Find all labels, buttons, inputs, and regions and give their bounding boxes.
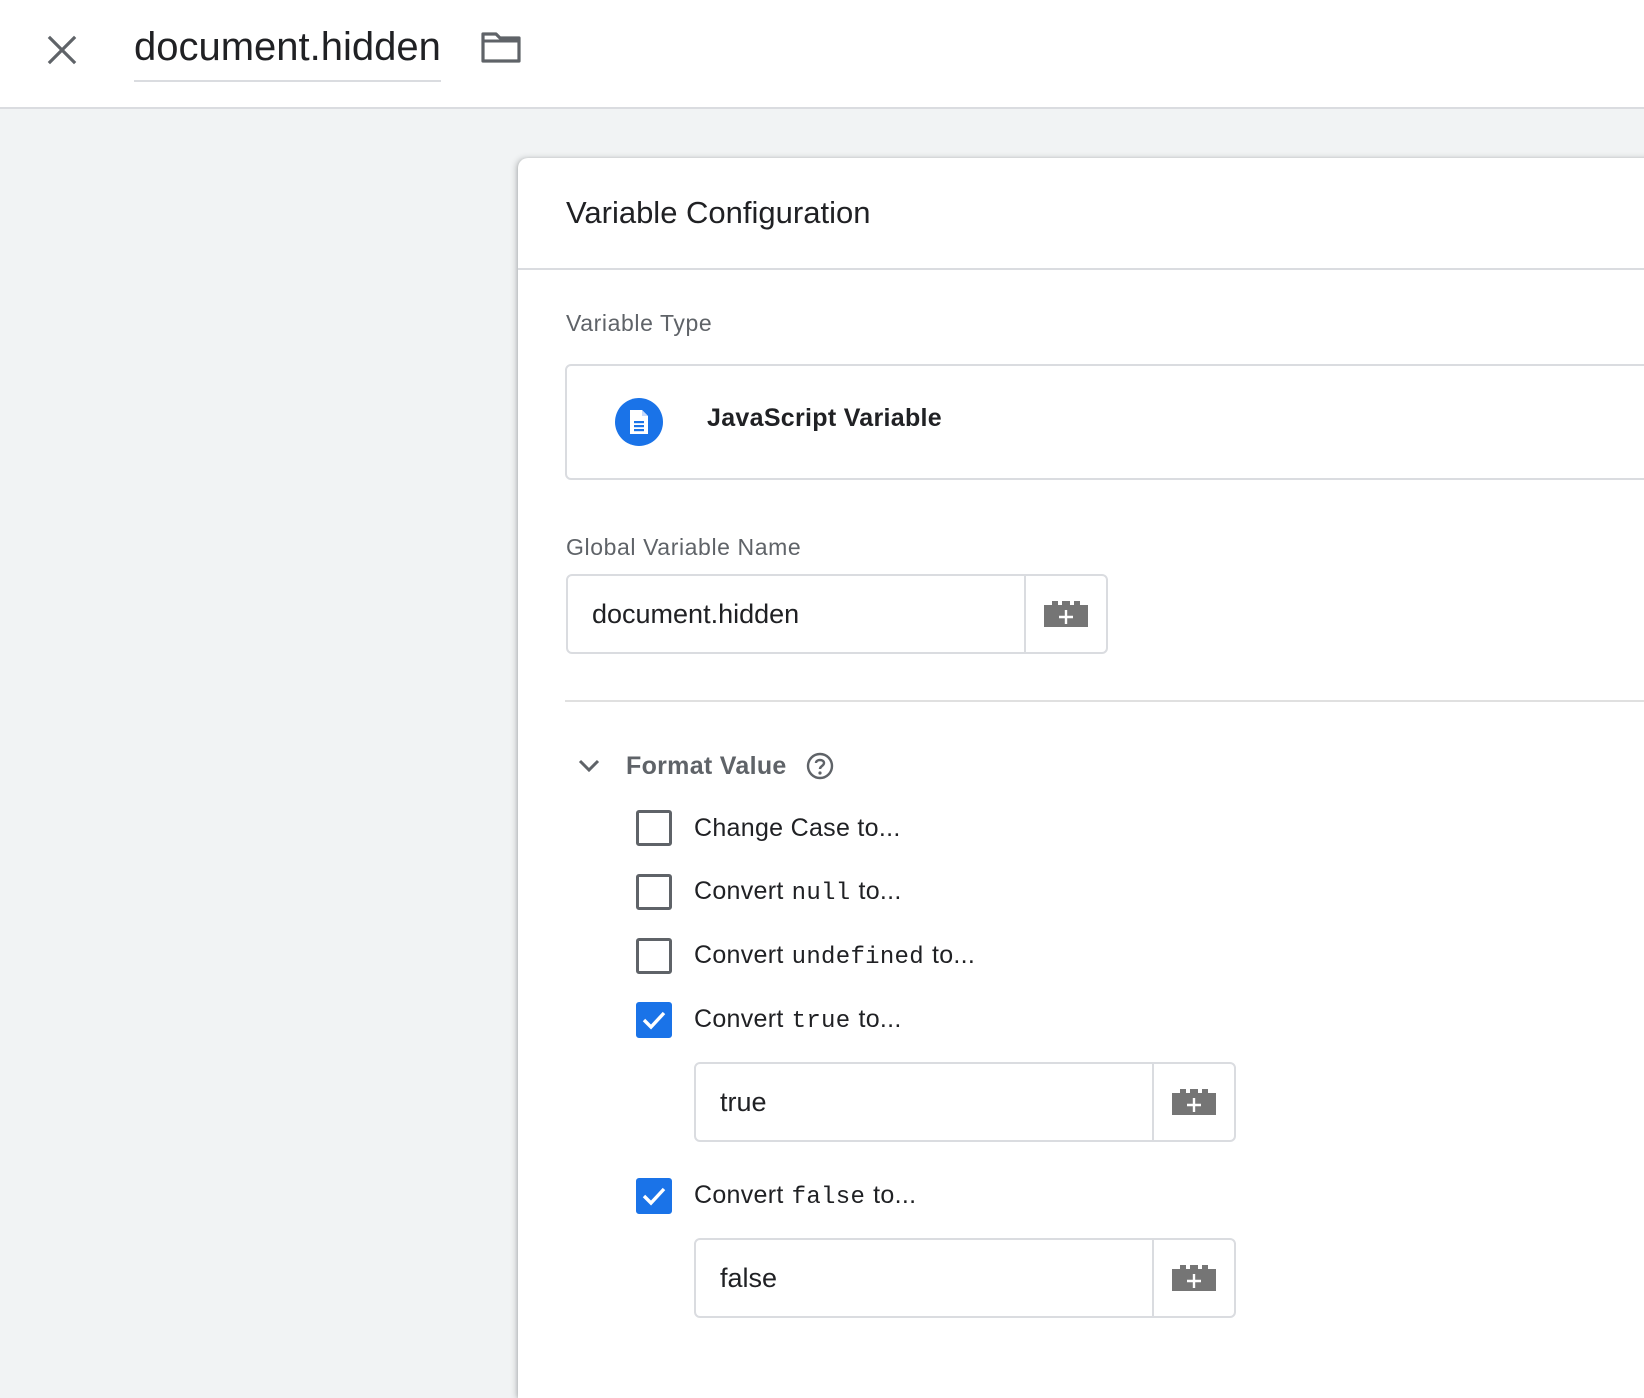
- card-title: Variable Configuration: [566, 195, 871, 230]
- change-case-checkbox[interactable]: [636, 810, 672, 846]
- convert-null-label: Convert null to...: [694, 877, 902, 907]
- convert-null-suffix: to...: [858, 877, 902, 905]
- close-icon: [47, 35, 77, 65]
- convert-undefined-option[interactable]: Convert undefined to...: [636, 936, 975, 976]
- global-variable-name-label: Global Variable Name: [566, 534, 802, 560]
- convert-true-option[interactable]: Convert true to...: [636, 1000, 902, 1040]
- convert-true-checkbox[interactable]: [636, 1002, 672, 1038]
- variable-type-selector[interactable]: JavaScript Variable: [565, 364, 1644, 480]
- convert-false-checkbox[interactable]: [636, 1178, 672, 1214]
- add-variable-icon: [1044, 601, 1088, 627]
- convert-undefined-prefix: Convert: [694, 941, 784, 969]
- close-button[interactable]: [34, 22, 90, 78]
- convert-false-prefix: Convert: [694, 1181, 784, 1209]
- variable-type-label: Variable Type: [566, 310, 713, 336]
- variable-configuration-card: Variable Configuration Variable Type Jav…: [518, 158, 1644, 1398]
- convert-false-code: false: [791, 1184, 866, 1211]
- convert-undefined-suffix: to...: [931, 941, 976, 969]
- folder-button[interactable]: [474, 24, 528, 70]
- convert-true-suffix: to...: [858, 1005, 902, 1033]
- insert-variable-button[interactable]: [1152, 1064, 1234, 1140]
- folder-icon: [481, 32, 521, 63]
- insert-variable-button[interactable]: [1152, 1240, 1234, 1316]
- convert-true-label: Convert true to...: [694, 1005, 902, 1035]
- convert-null-checkbox[interactable]: [636, 874, 672, 910]
- convert-null-option[interactable]: Convert null to...: [636, 872, 902, 912]
- convert-false-value-input[interactable]: false: [696, 1240, 1152, 1316]
- add-variable-icon: [1172, 1265, 1216, 1291]
- global-variable-name-input[interactable]: document.hidden: [568, 576, 1024, 652]
- page-title[interactable]: document.hidden: [134, 25, 441, 69]
- format-value-title: Format Value: [626, 751, 787, 780]
- convert-null-prefix: Convert: [694, 877, 784, 905]
- convert-undefined-label: Convert undefined to...: [694, 941, 975, 971]
- card-header: Variable Configuration: [518, 158, 1644, 270]
- add-variable-icon: [1172, 1089, 1216, 1115]
- convert-true-value-group: true: [694, 1062, 1236, 1142]
- chevron-down-icon: [578, 759, 600, 773]
- convert-true-code: true: [791, 1008, 851, 1035]
- checkmark-icon: [642, 1187, 666, 1206]
- document-icon: [615, 398, 663, 446]
- section-divider: [565, 700, 1644, 702]
- convert-undefined-code: undefined: [791, 944, 924, 971]
- checkmark-icon: [642, 1011, 666, 1030]
- convert-false-label: Convert false to...: [694, 1181, 916, 1211]
- convert-false-suffix: to...: [873, 1181, 917, 1209]
- change-case-label: Change Case to...: [694, 813, 901, 842]
- global-variable-name-group: document.hidden: [566, 574, 1108, 654]
- top-bar: document.hidden: [0, 0, 1644, 109]
- convert-true-value-input[interactable]: true: [696, 1064, 1152, 1140]
- convert-undefined-checkbox[interactable]: [636, 938, 672, 974]
- help-icon[interactable]: [805, 751, 835, 781]
- convert-true-prefix: Convert: [694, 1005, 784, 1033]
- convert-false-option[interactable]: Convert false to...: [636, 1176, 916, 1216]
- variable-type-name: JavaScript Variable: [707, 404, 943, 432]
- format-value-toggle[interactable]: Format Value: [576, 738, 835, 794]
- insert-variable-button[interactable]: [1024, 576, 1106, 652]
- change-case-option[interactable]: Change Case to...: [636, 808, 901, 848]
- convert-false-value-group: false: [694, 1238, 1236, 1318]
- variable-name-title-field[interactable]: document.hidden: [134, 18, 441, 82]
- convert-null-code: null: [791, 880, 851, 907]
